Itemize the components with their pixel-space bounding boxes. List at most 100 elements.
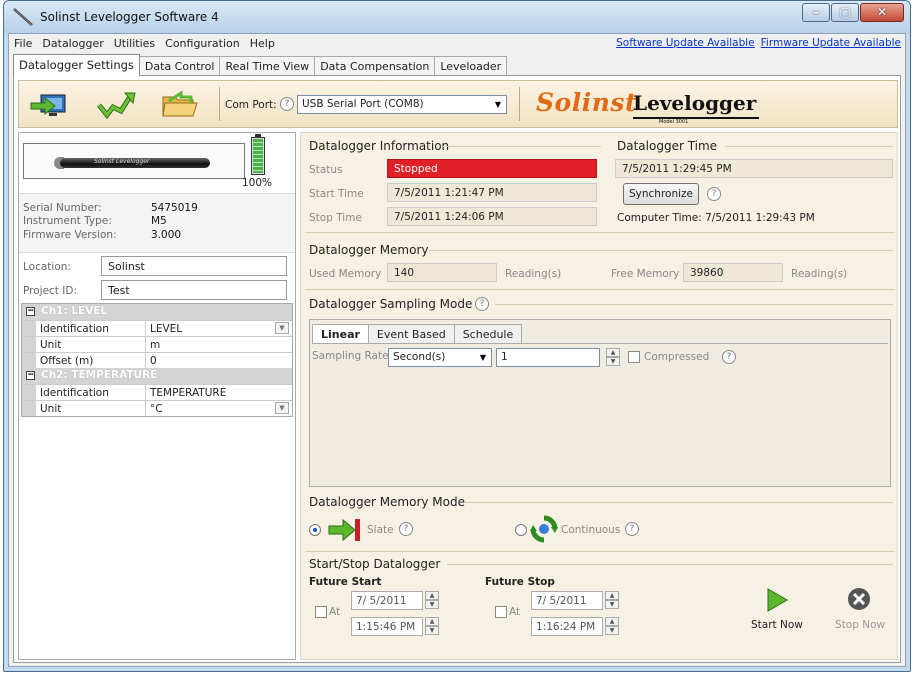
collapse-icon[interactable]: − xyxy=(26,306,35,316)
channel-group-title: Ch1: LEVEL xyxy=(41,305,108,317)
menu-configuration[interactable]: Configuration xyxy=(160,37,245,50)
location-input[interactable]: Solinst xyxy=(101,256,287,276)
compressed-checkbox[interactable] xyxy=(628,351,640,363)
spin-down-icon[interactable]: ▼ xyxy=(605,600,619,609)
retrieve-settings-icon[interactable] xyxy=(29,89,69,119)
project-input[interactable]: Test xyxy=(101,280,287,300)
sampling-unit-value: Second(s) xyxy=(393,351,446,363)
future-start-checkbox[interactable] xyxy=(315,606,327,618)
future-start-date-spinner[interactable]: ▲ ▼ xyxy=(425,591,439,609)
grid-value[interactable]: LEVEL ▼ xyxy=(146,321,292,336)
program-settings-icon[interactable] xyxy=(97,89,137,119)
spin-down-icon[interactable]: ▼ xyxy=(606,357,620,366)
sampling-rate-input[interactable]: 1 xyxy=(496,348,600,367)
grid-value-text: LEVEL xyxy=(150,323,183,335)
sampling-unit-select[interactable]: Second(s) ▼ xyxy=(388,348,492,367)
spin-up-icon[interactable]: ▲ xyxy=(605,591,619,600)
spin-down-icon[interactable]: ▼ xyxy=(425,626,439,635)
minimize-button[interactable]: – xyxy=(802,3,830,22)
synchronize-button[interactable]: Synchronize xyxy=(623,183,699,205)
section-divider xyxy=(305,289,895,290)
tab-event-based[interactable]: Event Based xyxy=(367,324,455,344)
toolbar-separator xyxy=(519,87,520,121)
tab-datalogger-settings[interactable]: Datalogger Settings xyxy=(13,54,140,76)
future-start-date[interactable]: 7/ 5/2011 xyxy=(351,591,423,610)
channel-group-ch1[interactable]: − Ch1: LEVEL xyxy=(22,304,292,320)
sampling-help-icon[interactable]: ? xyxy=(475,297,489,311)
section-divider xyxy=(465,502,893,503)
chevron-down-icon: ▼ xyxy=(494,100,502,109)
serial-label: Serial Number: xyxy=(23,202,102,214)
slate-help-icon[interactable]: ? xyxy=(399,522,413,536)
collapse-icon[interactable]: − xyxy=(26,370,35,380)
toolbar: Com Port: ? USB Serial Port (COM8) ▼ Sol… xyxy=(18,80,898,128)
future-stop-time-spinner[interactable]: ▲ ▼ xyxy=(605,617,619,635)
solinst-logo: Solinst xyxy=(536,88,638,117)
battery-percent: 100% xyxy=(242,177,273,189)
main-tabs: Datalogger Settings Data Control Real Ti… xyxy=(13,54,508,76)
close-button[interactable]: ✕ xyxy=(860,3,904,22)
future-stop-time[interactable]: 1:16:24 PM xyxy=(531,617,603,636)
menu-utilities[interactable]: Utilities xyxy=(109,37,160,50)
grid-key: Unit xyxy=(36,337,146,352)
maximize-button[interactable]: ▢ xyxy=(831,3,859,22)
compressed-help-icon[interactable]: ? xyxy=(722,350,736,364)
menu-datalogger[interactable]: Datalogger xyxy=(37,37,108,50)
tab-schedule[interactable]: Schedule xyxy=(453,324,523,344)
type-label: Instrument Type: xyxy=(23,215,112,227)
tab-real-time-view[interactable]: Real Time View xyxy=(219,56,316,76)
com-port-help-icon[interactable]: ? xyxy=(280,97,294,111)
tab-data-control[interactable]: Data Control xyxy=(138,56,221,76)
future-start-time[interactable]: 1:15:46 PM xyxy=(351,617,423,636)
future-start-time-spinner[interactable]: ▲ ▼ xyxy=(425,617,439,635)
grid-value[interactable]: m xyxy=(146,337,292,352)
grid-row: Unit m xyxy=(22,336,292,352)
slate-radio[interactable] xyxy=(309,524,321,536)
toolbar-separator xyxy=(219,87,220,121)
channel-group-ch2[interactable]: − Ch2: TEMPERATURE xyxy=(22,368,292,384)
continuous-help-icon[interactable]: ? xyxy=(625,522,639,536)
com-port-select[interactable]: USB Serial Port (COM8) ▼ xyxy=(297,95,507,114)
tab-data-compensation[interactable]: Data Compensation xyxy=(314,56,436,76)
spin-up-icon[interactable]: ▲ xyxy=(425,591,439,600)
title-bar[interactable]: Solinst Levelogger Software 4 – ▢ ✕ xyxy=(4,1,910,33)
menu-file[interactable]: File xyxy=(9,37,37,50)
open-settings-icon[interactable] xyxy=(159,89,199,119)
continuous-radio[interactable] xyxy=(515,524,527,536)
future-stop-checkbox[interactable] xyxy=(495,606,507,618)
used-memory-label: Used Memory xyxy=(309,268,382,280)
tab-linear[interactable]: Linear xyxy=(312,324,369,344)
firmware-update-link[interactable]: Firmware Update Available xyxy=(761,37,901,49)
grid-row: Unit °C ▼ xyxy=(22,400,292,416)
spin-up-icon[interactable]: ▲ xyxy=(606,348,620,357)
stop-icon xyxy=(848,588,870,610)
menu-bar: File Datalogger Utilities Configuration … xyxy=(9,34,905,53)
start-now-button[interactable]: Start Now xyxy=(749,587,805,643)
continuous-icon xyxy=(530,515,558,543)
spin-down-icon[interactable]: ▼ xyxy=(605,626,619,635)
grid-value[interactable]: TEMPERATURE xyxy=(146,385,292,400)
spin-up-icon[interactable]: ▲ xyxy=(605,617,619,626)
chevron-down-icon[interactable]: ▼ xyxy=(275,402,289,414)
software-update-link[interactable]: Software Update Available xyxy=(616,37,755,49)
tab-leveloader[interactable]: Leveloader xyxy=(434,56,508,76)
future-stop-date-spinner[interactable]: ▲ ▼ xyxy=(605,591,619,609)
stop-now-button[interactable]: Stop Now xyxy=(831,587,887,643)
window-controls: – ▢ ✕ xyxy=(801,3,904,22)
start-now-label: Start Now xyxy=(751,619,803,631)
chevron-down-icon[interactable]: ▼ xyxy=(275,322,289,334)
menu-help[interactable]: Help xyxy=(245,37,280,50)
logger-label: Solinst Levelogger xyxy=(94,158,150,165)
sampling-rate-spinner[interactable]: ▲ ▼ xyxy=(606,348,620,366)
spin-up-icon[interactable]: ▲ xyxy=(425,617,439,626)
free-memory-unit: Reading(s) xyxy=(791,268,848,280)
sampling-rate-label: Sampling Rate xyxy=(312,350,389,362)
grid-value[interactable]: °C ▼ xyxy=(146,401,292,416)
sync-help-icon[interactable]: ? xyxy=(707,187,721,201)
slate-icon xyxy=(328,518,360,542)
start-time-value: 7/5/2011 1:21:47 PM xyxy=(387,183,597,202)
future-stop-date[interactable]: 7/ 5/2011 xyxy=(531,591,603,610)
spin-down-icon[interactable]: ▼ xyxy=(425,600,439,609)
grid-value[interactable]: 0 xyxy=(146,353,292,368)
section-divider xyxy=(305,551,895,552)
